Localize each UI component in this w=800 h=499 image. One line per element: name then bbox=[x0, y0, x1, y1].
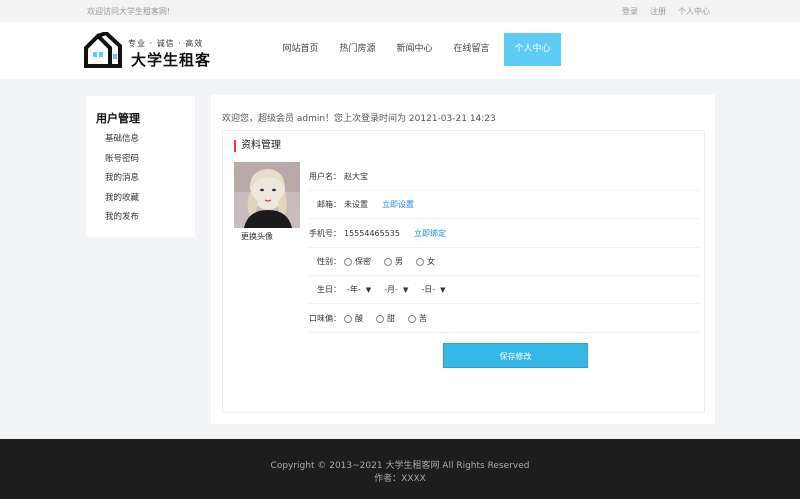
phone-row: 手机号： 15554465535 立即绑定 bbox=[309, 220, 699, 248]
username-value: 赵大宝 bbox=[344, 172, 368, 181]
radio-circle bbox=[344, 314, 352, 323]
birth-month-select[interactable]: -月- ▼ bbox=[381, 283, 412, 296]
header: 专业 · 诚信 · 高效 大学生租客 网站首页 热门房源 新闻中心 在线留言 个… bbox=[0, 22, 800, 79]
author-text: 作者：XXXX bbox=[374, 474, 426, 484]
logo-slogan: 专业 · 诚信 · 高效 bbox=[128, 39, 204, 48]
radio-circle bbox=[408, 314, 416, 323]
gender-option-secret: 保密 bbox=[355, 257, 371, 266]
sidebar-item-my-posts[interactable]: 我的发布 bbox=[105, 210, 139, 222]
nav-hot-listings[interactable]: 热门房源 bbox=[329, 33, 386, 66]
main-content: 欢迎您，超级会员 admin！您上次登录时间为 20121-03-21 14:2… bbox=[211, 95, 715, 424]
taste-option-sweet: 甜 bbox=[387, 314, 395, 323]
sidebar-item-basic-info[interactable]: 基础信息 bbox=[105, 132, 139, 144]
email-label: 邮箱： bbox=[317, 200, 341, 209]
last-login-text: 欢迎您，超级会员 admin！您上次登录时间为 20121-03-21 14:2… bbox=[222, 114, 496, 124]
chevron-down-icon: ▼ bbox=[365, 285, 372, 294]
birthday-row: 生日： -年- ▼ -月- ▼ -日- ▼ bbox=[309, 276, 699, 304]
copyright-text: Copyright © 2013~2021 大学生租客网 All Rights … bbox=[270, 461, 530, 471]
gender-radio-female[interactable]: 女 bbox=[416, 256, 435, 267]
gender-label: 性别： bbox=[317, 257, 341, 266]
site-logo[interactable]: 专业 · 诚信 · 高效 大学生租客 bbox=[84, 32, 224, 72]
phone-label: 手机号： bbox=[309, 229, 341, 238]
sidebar-title: 用户管理 bbox=[96, 112, 140, 125]
phone-value: 15554465535 bbox=[344, 229, 400, 238]
main-nav: 网站首页 热门房源 新闻中心 在线留言 个人中心 bbox=[272, 33, 561, 66]
set-email-link[interactable]: 立即设置 bbox=[382, 199, 414, 210]
nav-personal-center[interactable]: 个人中心 bbox=[504, 33, 561, 66]
birth-year-select[interactable]: -年- ▼ bbox=[344, 283, 375, 296]
avatar bbox=[234, 162, 300, 228]
register-link[interactable]: 注册 bbox=[650, 6, 666, 17]
change-avatar-link[interactable]: 更换头像 bbox=[241, 231, 273, 242]
gender-option-male: 男 bbox=[395, 257, 403, 266]
bind-phone-link[interactable]: 立即绑定 bbox=[414, 228, 446, 239]
avatar-photo bbox=[234, 162, 300, 228]
profile-panel: 资料管理 更换头像 用户名： 赵大宝 邮箱： 未设置 立即设置 手机号： 155… bbox=[222, 130, 705, 413]
logo-brand: 大学生租客 bbox=[131, 51, 212, 69]
sidebar-item-my-messages[interactable]: 我的消息 bbox=[105, 171, 139, 183]
footer: Copyright © 2013~2021 大学生租客网 All Rights … bbox=[0, 439, 800, 499]
taste-radio-sweet[interactable]: 甜 bbox=[376, 313, 395, 324]
nav-news[interactable]: 新闻中心 bbox=[386, 33, 443, 66]
nav-messages[interactable]: 在线留言 bbox=[443, 33, 500, 66]
sidebar-item-account-password[interactable]: 账号密码 bbox=[105, 152, 139, 164]
gender-radio-male[interactable]: 男 bbox=[384, 256, 403, 267]
taste-option-sour: 酸 bbox=[355, 314, 363, 323]
birthday-label: 生日： bbox=[317, 285, 341, 294]
chevron-down-icon: ▼ bbox=[402, 285, 409, 294]
taste-option-bitter: 苦 bbox=[419, 314, 427, 323]
gender-radio-secret[interactable]: 保密 bbox=[344, 256, 371, 267]
radio-circle bbox=[344, 257, 352, 266]
taste-radio-sour[interactable]: 酸 bbox=[344, 313, 363, 324]
house-logo-icon bbox=[84, 32, 122, 68]
sidebar-item-my-favorites[interactable]: 我的收藏 bbox=[105, 191, 139, 203]
birth-month-value: -月- bbox=[384, 285, 398, 294]
personal-center-link[interactable]: 个人中心 bbox=[678, 6, 710, 17]
top-links: 登录 注册 个人中心 bbox=[622, 6, 710, 17]
taste-radio-bitter[interactable]: 苦 bbox=[408, 313, 427, 324]
birth-year-value: -年- bbox=[347, 285, 361, 294]
gender-option-female: 女 bbox=[427, 257, 435, 266]
radio-circle bbox=[384, 257, 392, 266]
email-value: 未设置 bbox=[344, 200, 368, 209]
nav-home[interactable]: 网站首页 bbox=[272, 33, 329, 66]
username-label: 用户名： bbox=[309, 172, 341, 181]
gender-row: 性别： 保密 男 女 bbox=[309, 248, 699, 276]
panel-title: 资料管理 bbox=[234, 140, 281, 152]
chevron-down-icon: ▼ bbox=[440, 285, 446, 294]
taste-row: 口味偏： 酸 甜 苦 bbox=[309, 305, 699, 333]
user-sidebar: 用户管理 基础信息 账号密码 我的消息 我的收藏 我的发布 bbox=[86, 96, 195, 237]
login-link[interactable]: 登录 bbox=[622, 6, 638, 17]
email-row: 邮箱： 未设置 立即设置 bbox=[309, 191, 699, 219]
welcome-text: 欢迎访问大学生租客网! bbox=[87, 7, 171, 16]
birth-day-value: -日- bbox=[421, 285, 436, 294]
radio-circle bbox=[376, 314, 384, 323]
top-bar: 欢迎访问大学生租客网! 登录 注册 个人中心 bbox=[0, 0, 800, 22]
birth-day-select[interactable]: -日- ▼ bbox=[418, 283, 449, 296]
taste-label: 口味偏： bbox=[309, 314, 341, 323]
radio-circle bbox=[416, 257, 424, 266]
username-row: 用户名： 赵大宝 bbox=[309, 163, 699, 191]
save-button[interactable]: 保存修改 bbox=[443, 343, 588, 368]
